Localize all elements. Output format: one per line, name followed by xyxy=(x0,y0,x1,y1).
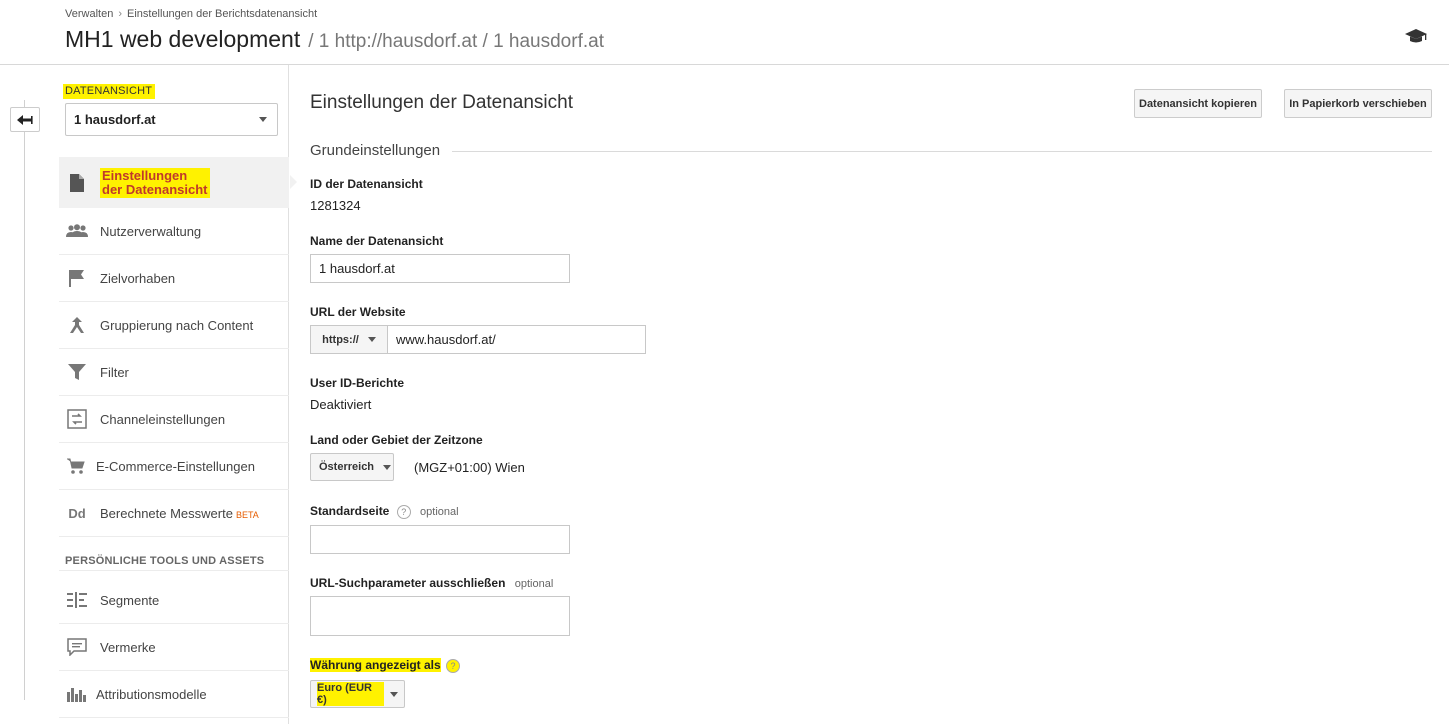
page-title: Einstellungen der Datenansicht xyxy=(310,92,574,113)
back-button[interactable] xyxy=(10,107,40,132)
userid-label: User ID-Berichte xyxy=(310,376,405,390)
view-name-value: 1 hausdorf.at xyxy=(319,261,395,276)
sidebar-item-label: Zielvorhaben xyxy=(100,270,176,286)
divider xyxy=(59,570,289,571)
beta-badge: BETA xyxy=(235,509,259,520)
personal-tools-heading: PERSÖNLICHE TOOLS UND ASSETS xyxy=(65,555,265,567)
sidebar-item-label: Vermerke xyxy=(100,639,156,655)
breadcrumb: Verwalten › Einstellungen der Berichtsda… xyxy=(65,8,317,20)
sidebar-item-label: Filter xyxy=(100,364,129,380)
breadcrumb-admin[interactable]: Verwalten xyxy=(65,8,113,20)
breadcrumb-separator: › xyxy=(118,8,122,20)
view-id-value: 1281324 xyxy=(310,198,361,213)
view-name-input[interactable]: 1 hausdorf.at xyxy=(310,254,570,283)
website-url-label: URL der Website xyxy=(310,305,406,319)
sidebar-item-goals[interactable]: Zielvorhaben xyxy=(59,255,289,302)
sidebar-item-annotations[interactable]: Vermerke xyxy=(59,624,289,671)
flag-icon xyxy=(66,267,88,289)
view-selector-value: 1 hausdorf.at xyxy=(74,112,156,127)
rail-line xyxy=(24,100,25,700)
annotations-icon xyxy=(66,636,88,658)
section-divider xyxy=(452,151,1432,152)
attribution-icon xyxy=(66,683,88,705)
sidebar: DATENANSICHT 1 hausdorf.at Einstellungen… xyxy=(59,65,297,724)
default-page-label: Standardseite ? optional xyxy=(310,504,459,519)
channel-icon xyxy=(66,408,88,430)
sidebar-item-label: Einstellungen der Datenansicht xyxy=(100,167,210,198)
currency-label-text: Währung angezeigt als xyxy=(310,658,441,672)
chevron-down-icon xyxy=(259,117,267,122)
exclude-params-label: URL-Suchparameter ausschließen optional xyxy=(310,576,553,590)
sidebar-item-label: Nutzerverwaltung xyxy=(100,223,202,239)
sidebar-item-attribution[interactable]: Attributionsmodelle xyxy=(59,671,289,718)
timezone-label: Land oder Gebiet der Zeitzone xyxy=(310,433,483,447)
dd-icon: Dd xyxy=(68,505,86,521)
view-id-label: ID der Datenansicht xyxy=(310,177,423,191)
timezone-country-dropdown[interactable]: Österreich xyxy=(310,453,394,481)
sidebar-item-label: Attributionsmodelle xyxy=(96,686,207,702)
chevron-down-icon xyxy=(383,464,392,470)
section-title: Grundeinstellungen xyxy=(310,142,441,159)
timezone-value: (MGZ+01:00) Wien xyxy=(414,460,525,475)
arrow-left-icon xyxy=(17,114,33,125)
sidebar-item-ecommerce[interactable]: E-Commerce-Einstellungen xyxy=(59,443,289,490)
exclude-params-textarea[interactable] xyxy=(310,596,570,636)
cart-icon xyxy=(65,455,87,477)
exclude-params-label-text: URL-Suchparameter ausschließen xyxy=(310,576,506,590)
view-selector[interactable]: 1 hausdorf.at xyxy=(65,103,278,136)
personal-nav: Segmente Vermerke Attributionsmodelle xyxy=(59,577,289,718)
sidebar-item-label: E-Commerce-Einstellungen xyxy=(96,458,255,474)
userid-value: Deaktiviert xyxy=(310,397,372,412)
help-icon[interactable]: ? xyxy=(396,504,411,519)
currency-label: Währung angezeigt als ? xyxy=(310,658,461,673)
protocol-dropdown[interactable]: https:// xyxy=(311,326,388,353)
sidebar-item-segments[interactable]: Segmente xyxy=(59,577,289,624)
sidebar-item-label: Segmente xyxy=(100,592,160,608)
segments-icon xyxy=(66,589,88,611)
sidebar-item-label: Channeleinstellungen xyxy=(100,411,226,427)
sidebar-item-label: Berechnete Messwerte BETA xyxy=(100,506,259,521)
chevron-down-icon xyxy=(390,691,398,697)
sidebar-item-channel-settings[interactable]: Channeleinstellungen xyxy=(59,396,289,443)
help-icon[interactable]: ? xyxy=(446,658,461,673)
chevron-down-icon xyxy=(367,337,376,342)
property-view-path: / 1 http://hausdorf.at / 1 hausdorf.at xyxy=(308,31,604,52)
timezone-country-value: Österreich xyxy=(319,461,375,473)
optional-hint: optional xyxy=(514,578,554,590)
sidebar-item-view-settings[interactable]: Einstellungen der Datenansicht xyxy=(59,157,297,208)
sidebar-item-filter[interactable]: Filter xyxy=(59,349,289,396)
website-url-value: www.hausdorf.at/ xyxy=(396,332,496,347)
sidebar-item-content-grouping[interactable]: Gruppierung nach Content xyxy=(59,302,289,349)
currency-dropdown[interactable]: Euro (EUR €) xyxy=(310,680,405,708)
view-nav: Einstellungen der Datenansicht Nutzerver… xyxy=(59,157,297,537)
default-page-label-text: Standardseite xyxy=(310,504,390,518)
default-page-input[interactable] xyxy=(310,525,570,554)
breadcrumb-current: Einstellungen der Berichtsdatenansicht xyxy=(126,8,318,20)
page-header: Verwalten › Einstellungen der Berichtsda… xyxy=(0,0,1449,65)
account-title: MH1 web development xyxy=(65,26,301,52)
move-to-trash-button[interactable]: In Papierkorb verschieben xyxy=(1284,89,1432,118)
optional-hint: optional xyxy=(420,506,459,518)
website-url-group: https:// www.hausdorf.at/ xyxy=(310,325,646,354)
sidebar-item-label: Gruppierung nach Content xyxy=(100,317,254,333)
view-section-label: DATENANSICHT xyxy=(63,84,156,99)
sidebar-item-calculated-metrics[interactable]: Dd Berechnete Messwerte BETA xyxy=(59,490,289,537)
website-url-input[interactable]: www.hausdorf.at/ xyxy=(388,326,645,353)
active-indicator xyxy=(290,175,297,189)
copy-view-button[interactable]: Datenansicht kopieren xyxy=(1134,89,1262,118)
calculated-metrics-label: Berechnete Messwerte xyxy=(100,505,233,521)
page-title-row: MH1 web development / 1 http://hausdorf.… xyxy=(65,26,604,53)
filter-icon xyxy=(66,361,88,383)
currency-value: Euro (EUR €) xyxy=(317,682,384,706)
view-name-label: Name der Datenansicht xyxy=(310,234,444,248)
document-icon xyxy=(66,172,88,194)
protocol-value: https:// xyxy=(322,333,359,346)
sidebar-item-user-management[interactable]: Nutzerverwaltung xyxy=(59,208,289,255)
users-icon xyxy=(66,220,88,242)
graduation-cap-icon[interactable] xyxy=(1404,26,1428,46)
content-grouping-icon xyxy=(66,314,88,336)
